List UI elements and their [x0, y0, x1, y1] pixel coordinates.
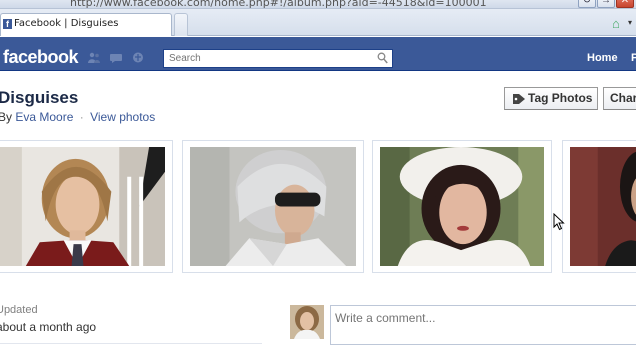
facebook-logo[interactable]: facebook — [3, 47, 79, 68]
photo-3[interactable] — [380, 147, 544, 266]
friend-requests-icon[interactable] — [88, 52, 100, 63]
comment-input[interactable] — [331, 306, 636, 344]
new-tab-button[interactable] — [174, 13, 188, 36]
tag-photos-button[interactable]: Tag Photos — [504, 87, 598, 110]
browser-url[interactable]: http://www.facebook.com/home.php#!/album… — [70, 0, 487, 8]
updated-value: about a month ago — [0, 320, 97, 334]
browser-tab-strip: f Facebook | Disguises ⌂ ▾ — [0, 9, 636, 36]
search-icon[interactable] — [377, 52, 388, 64]
photo-3-image — [380, 147, 544, 266]
updated-label: Updated — [0, 304, 38, 316]
photo-tile[interactable] — [182, 140, 364, 273]
photo-tile[interactable] — [562, 140, 636, 273]
comment-box[interactable] — [330, 305, 636, 345]
messages-icon[interactable] — [110, 52, 122, 63]
chevron-down-icon[interactable]: ▾ — [628, 18, 632, 27]
album-title: Disguises — [0, 88, 79, 107]
album-byline: By Eva Moore · View photos — [0, 110, 155, 124]
forward-icon[interactable]: → — [597, 0, 615, 8]
avatar[interactable] — [290, 305, 324, 339]
close-icon[interactable]: ✕ — [616, 0, 634, 8]
byline-separator: · — [79, 110, 84, 124]
photo-2[interactable] — [190, 147, 356, 266]
browser-tab-title: Facebook | Disguises — [14, 18, 119, 29]
search-box[interactable] — [163, 49, 393, 68]
photo-tile[interactable] — [0, 140, 173, 273]
browser-address-bar[interactable]: http://www.facebook.com/home.php#!/album… — [0, 0, 636, 9]
nav-home-link[interactable]: Home — [587, 52, 618, 64]
facebook-header: facebook Home P — [0, 37, 636, 71]
home-icon[interactable]: ⌂ — [612, 16, 620, 31]
browser-tab[interactable]: f Facebook | Disguises — [0, 13, 172, 36]
mouse-cursor-icon — [553, 213, 565, 231]
photo-tile[interactable] — [372, 140, 552, 273]
share-button-label: Char — [610, 91, 636, 105]
photo-1-image — [0, 147, 165, 266]
search-input[interactable] — [164, 50, 374, 67]
divider — [0, 343, 262, 344]
avatar-image — [290, 305, 324, 339]
facebook-favicon-icon: f — [3, 19, 12, 29]
photo-2-image — [190, 147, 356, 266]
tag-photos-label: Tag Photos — [528, 91, 593, 105]
author-link[interactable]: Eva Moore — [15, 110, 73, 124]
photo-4-image — [570, 147, 636, 266]
notifications-icon[interactable] — [132, 52, 144, 63]
photo-4[interactable] — [570, 147, 636, 266]
nav-profile-link[interactable]: P — [631, 52, 636, 64]
photo-1[interactable] — [0, 147, 165, 266]
tag-icon — [513, 94, 525, 104]
share-button[interactable]: Char — [603, 87, 636, 110]
refresh-icon[interactable]: ↻ — [578, 0, 596, 8]
byline-prefix: By — [0, 110, 13, 124]
view-photos-link[interactable]: View photos — [90, 110, 155, 124]
